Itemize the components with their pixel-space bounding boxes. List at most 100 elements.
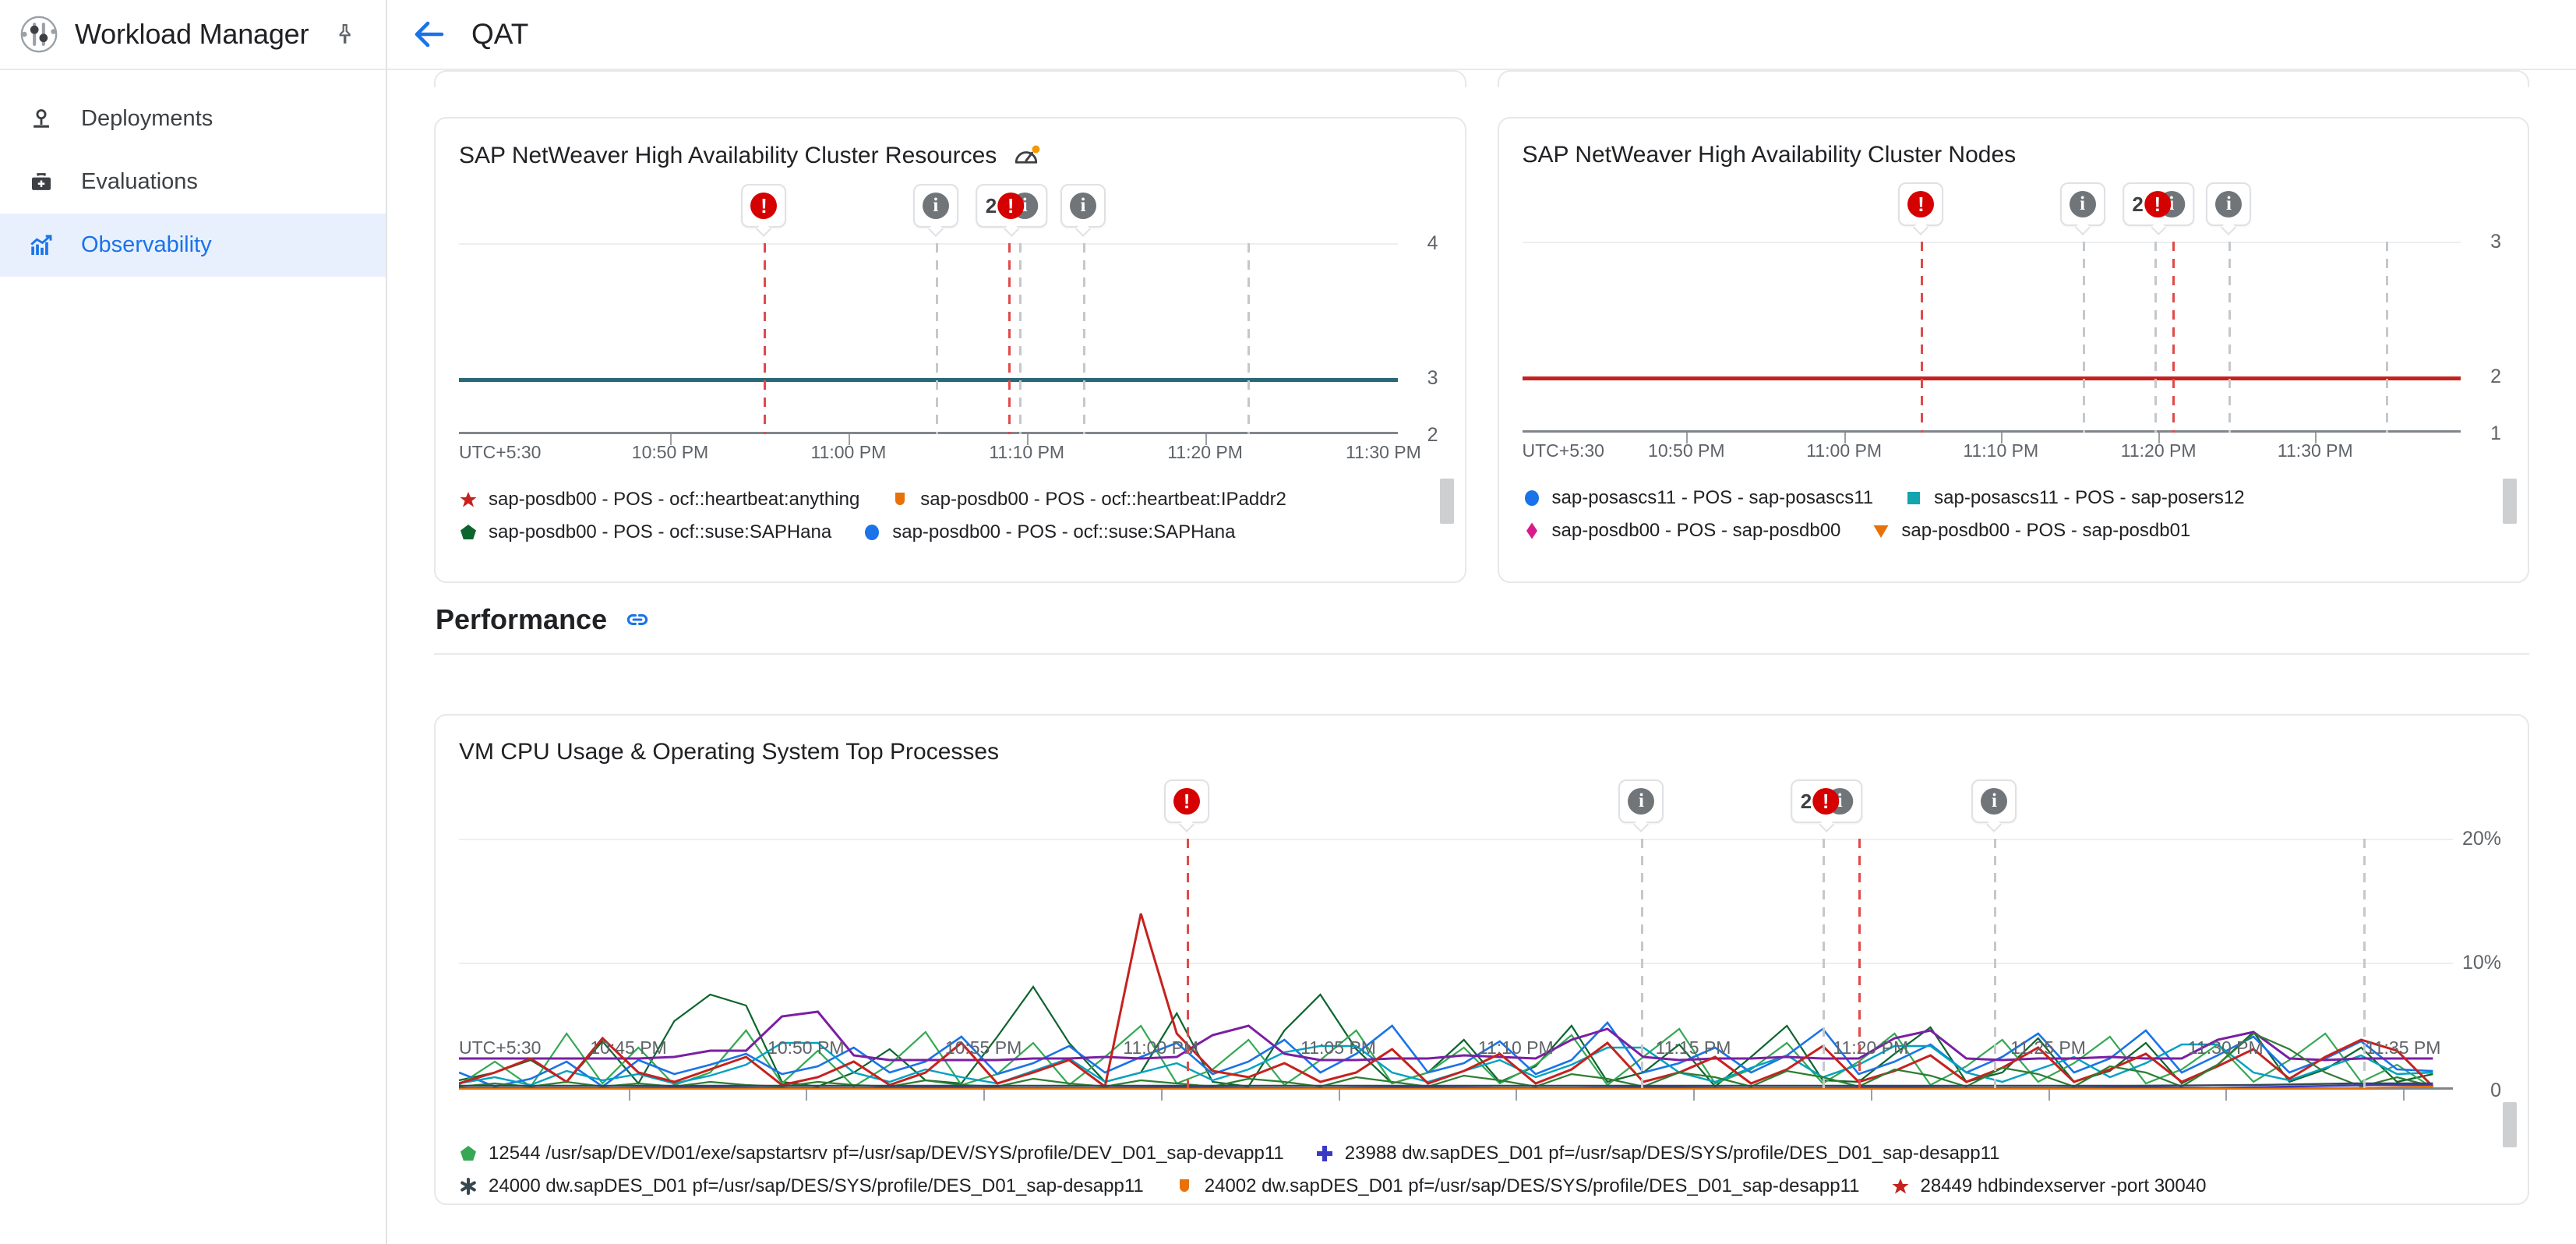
card-stub-left bbox=[434, 70, 1466, 87]
y-tick-label: 0 bbox=[2490, 1080, 2501, 1102]
annotation-badge-info[interactable]: i bbox=[913, 184, 958, 228]
badge-tail bbox=[2151, 220, 2166, 235]
legend-item[interactable]: 24000 dw.sapDES_D01 pf=/usr/sap/DES/SYS/… bbox=[459, 1175, 1144, 1197]
annotation-badge-error[interactable]: ! bbox=[1164, 779, 1209, 823]
legend-scrollbar-thumb[interactable] bbox=[2503, 1102, 2517, 1147]
legend-item[interactable]: sap-posdb00 - POS - ocf::heartbeat:anyth… bbox=[459, 489, 859, 511]
performance-section-header: Performance bbox=[434, 583, 2529, 653]
annotation-badge-info[interactable]: i bbox=[1060, 184, 1106, 228]
legend-label: sap-posdb00 - POS - ocf::suse:SAPHana bbox=[892, 521, 1235, 543]
plot-cluster-resources: ! i 2 i ! bbox=[436, 184, 1465, 434]
x-tick bbox=[1871, 1090, 1872, 1101]
info-icon: i bbox=[1981, 788, 2007, 815]
x-tick bbox=[2403, 1090, 2405, 1101]
chain-link-icon[interactable] bbox=[624, 606, 651, 633]
legend-item[interactable]: sap-posascs11 - POS - sap-posascs11 bbox=[1523, 487, 1874, 509]
card-title-text: SAP NetWeaver High Availability Cluster … bbox=[459, 143, 997, 169]
back-arrow-icon[interactable] bbox=[411, 16, 448, 53]
legend-label: sap-posascs11 - POS - sap-posascs11 bbox=[1552, 487, 1874, 509]
shield-marker-icon bbox=[891, 490, 909, 509]
legend-scrollbar-thumb[interactable] bbox=[1440, 479, 1454, 524]
annotation-badge-error[interactable]: ! bbox=[741, 184, 786, 228]
x-tick-label: 11:05 PM bbox=[1300, 1037, 1376, 1058]
x-tick-label: 11:35 PM bbox=[2366, 1037, 2441, 1058]
badge-tail bbox=[2221, 220, 2237, 235]
pin-icon[interactable] bbox=[332, 22, 357, 47]
legend-label: sap-posdb00 - POS - sap-posdb00 bbox=[1552, 520, 1841, 542]
badge-tail bbox=[1179, 817, 1194, 832]
y-tick-label: 20% bbox=[2462, 828, 2501, 850]
brand-title: Workload Manager bbox=[75, 18, 309, 51]
legend-item[interactable]: 23988 dw.sapDES_D01 pf=/usr/sap/DES/SYS/… bbox=[1315, 1143, 2000, 1164]
x-tick-label: 11:25 PM bbox=[2010, 1037, 2086, 1058]
annotation-count: 2 bbox=[1801, 790, 1812, 814]
legend-item[interactable]: 12544 /usr/sap/DEV/D01/exe/sapstartsrv p… bbox=[459, 1143, 1284, 1164]
sidebar-item-label: Deployments bbox=[81, 106, 213, 132]
annotation-badges: ! i 2 i ! bbox=[459, 779, 2453, 828]
legend-row: sap-posdb00 - POS - sap-posdb00 sap-posd… bbox=[1523, 520, 2505, 542]
annotation-badge-info[interactable]: i bbox=[1971, 779, 2017, 823]
error-icon: ! bbox=[750, 193, 777, 219]
legend-item[interactable]: sap-posdb00 - POS - ocf::suse:SAPHana bbox=[863, 521, 1235, 543]
timezone-label: UTC+5:30 bbox=[459, 1037, 541, 1058]
badge-tail bbox=[1075, 221, 1091, 237]
x-tick-label: 11:10 PM bbox=[1478, 1037, 1554, 1058]
annotation-badge-info[interactable]: i bbox=[2206, 182, 2251, 226]
legend-item[interactable]: sap-posascs11 - POS - sap-posers12 bbox=[1904, 487, 2244, 509]
x-tick-label: 10:50 PM bbox=[1648, 440, 1724, 461]
legend-item[interactable]: sap-posdb00 - POS - sap-posdb00 bbox=[1523, 520, 1841, 542]
annotation-count: 2 bbox=[986, 194, 997, 218]
badge-tail bbox=[1004, 221, 1020, 237]
timezone-label: UTC+5:30 bbox=[459, 442, 541, 463]
annotation-badge-group[interactable]: 2 i ! bbox=[2123, 182, 2193, 226]
annotation-marker-line bbox=[1083, 243, 1085, 434]
x-tick-label: 10:50 PM bbox=[768, 1037, 844, 1058]
annotation-badge-group[interactable]: 2 i ! bbox=[976, 184, 1047, 228]
x-tick bbox=[1693, 1090, 1695, 1101]
asterisk-marker-icon bbox=[459, 1177, 478, 1196]
sidebar: Workload Manager Deployments bbox=[0, 0, 387, 1244]
legend-label: 23988 dw.sapDES_D01 pf=/usr/sap/DES/SYS/… bbox=[1345, 1143, 2000, 1164]
gridline bbox=[459, 243, 1398, 245]
x-tick-label: 11:30 PM bbox=[2278, 440, 2353, 461]
legend-label: 24000 dw.sapDES_D01 pf=/usr/sap/DES/SYS/… bbox=[489, 1175, 1144, 1197]
legend-label: 28449 hdbindexserver -port 30040 bbox=[1921, 1175, 2207, 1197]
sidebar-header: Workload Manager bbox=[0, 0, 386, 70]
series-line bbox=[1523, 376, 2461, 380]
sidebar-nav: Deployments Evaluations bbox=[0, 70, 386, 277]
annotation-badges: ! i 2 i ! bbox=[1523, 182, 2461, 231]
annotation-marker-line bbox=[1008, 243, 1011, 434]
sidebar-item-evaluations[interactable]: Evaluations bbox=[0, 150, 386, 214]
annotation-badge-error[interactable]: ! bbox=[1898, 182, 1943, 226]
annotation-badge-info[interactable]: i bbox=[2060, 182, 2105, 226]
diamond-marker-icon bbox=[1523, 521, 1541, 540]
card-cluster-nodes: SAP NetWeaver High Availability Cluster … bbox=[1498, 117, 2530, 583]
annotation-marker-line bbox=[1823, 839, 1825, 1090]
card-vm-cpu-usage: VM CPU Usage & Operating System Top Proc… bbox=[434, 714, 2529, 1205]
legend-label: 24002 dw.sapDES_D01 pf=/usr/sap/DES/SYS/… bbox=[1205, 1175, 1860, 1197]
x-tick bbox=[1339, 1090, 1340, 1101]
annotation-marker-line bbox=[2154, 242, 2157, 433]
legend-item[interactable]: 28449 hdbindexserver -port 30040 bbox=[1891, 1175, 2207, 1197]
sidebar-item-observability[interactable]: Observability bbox=[0, 214, 386, 277]
sidebar-item-deployments[interactable]: Deployments bbox=[0, 87, 386, 150]
content-scroll-region[interactable]: SAP NetWeaver High Availability Cluster … bbox=[387, 70, 2576, 1244]
workload-manager-logo-icon bbox=[17, 12, 61, 56]
legend-item[interactable]: sap-posdb00 - POS - ocf::heartbeat:IPadd… bbox=[891, 489, 1286, 511]
info-icon: i bbox=[923, 193, 949, 219]
x-tick-label: 11:20 PM bbox=[1833, 1037, 1908, 1058]
annotation-badge-info[interactable]: i bbox=[1618, 779, 1664, 823]
series-line bbox=[459, 378, 1398, 382]
shield-marker-icon bbox=[1175, 1177, 1194, 1196]
legend-scrollbar-thumb[interactable] bbox=[2503, 479, 2517, 524]
badge-tail bbox=[1987, 817, 2003, 832]
legend-label: 12544 /usr/sap/DEV/D01/exe/sapstartsrv p… bbox=[489, 1143, 1284, 1164]
card-title: VM CPU Usage & Operating System Top Proc… bbox=[436, 716, 2528, 765]
x-tick-label: 11:00 PM bbox=[1806, 440, 1882, 461]
legend-item[interactable]: sap-posdb00 - POS - ocf::suse:SAPHana bbox=[459, 521, 831, 543]
annotation-badge-group[interactable]: 2 i ! bbox=[1791, 779, 1862, 823]
legend-item[interactable]: sap-posdb00 - POS - sap-posdb01 bbox=[1872, 520, 2190, 542]
legend-item[interactable]: 24002 dw.sapDES_D01 pf=/usr/sap/DES/SYS/… bbox=[1175, 1175, 1860, 1197]
gauge-external-link-icon[interactable] bbox=[1012, 142, 1040, 170]
legend-row: 24000 dw.sapDES_D01 pf=/usr/sap/DES/SYS/… bbox=[459, 1175, 2504, 1197]
